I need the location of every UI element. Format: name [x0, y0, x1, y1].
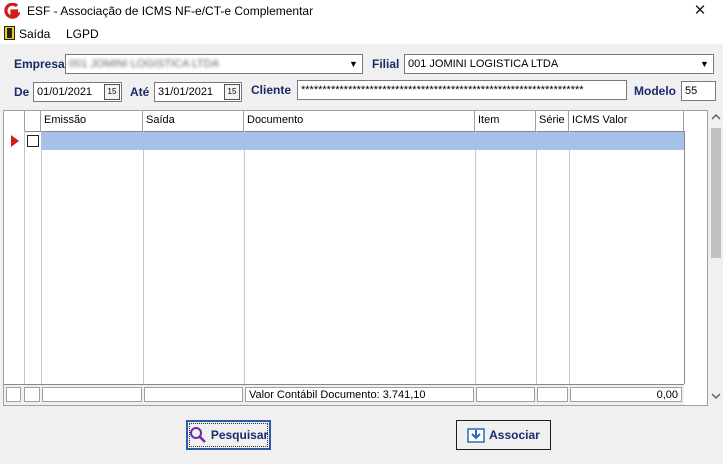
grid-line	[143, 131, 144, 384]
ate-date-value: 31/01/2021	[158, 86, 214, 98]
filial-label: Filial	[372, 57, 400, 71]
grid-footer: Valor Contábil Documento: 3.741,10 0,00	[4, 384, 684, 405]
de-label: De	[14, 85, 30, 99]
column-header-emissao[interactable]: Emissão	[41, 111, 143, 131]
empresa-value: 001 JOMINI LOGISTICA LTDA	[69, 58, 220, 70]
menu-item-lgpd[interactable]: LGPD	[66, 27, 99, 41]
menu-bar: Saída LGPD	[0, 24, 723, 44]
footer-icms-total: 0,00	[570, 387, 682, 402]
cliente-value: ****************************************…	[301, 84, 584, 96]
empresa-select[interactable]: 001 JOMINI LOGISTICA LTDA ▼	[65, 54, 363, 74]
scrollbar-thumb[interactable]	[711, 128, 721, 258]
pesquisar-label: Pesquisar	[210, 428, 269, 442]
calendar-icon[interactable]: 15	[224, 84, 240, 100]
grid-line	[569, 131, 570, 384]
footer-documento-total: Valor Contábil Documento: 3.741,10	[245, 387, 474, 402]
footer-cell	[144, 387, 243, 402]
grid-line	[24, 131, 25, 384]
grid-line	[244, 131, 245, 384]
row-checkbox[interactable]	[27, 135, 39, 147]
footer-cell	[476, 387, 535, 402]
column-header-item[interactable]: Item	[475, 111, 536, 131]
calendar-icon[interactable]: 15	[104, 84, 120, 100]
column-header-icms-valor[interactable]: ICMS Valor	[569, 111, 684, 131]
grid-line	[536, 131, 537, 384]
pesquisar-button[interactable]: Pesquisar	[186, 420, 271, 450]
table-row[interactable]	[41, 132, 684, 150]
menu-item-saida[interactable]: Saída	[19, 27, 50, 41]
scroll-up-icon[interactable]	[711, 113, 721, 121]
modelo-value: 55	[685, 85, 698, 97]
cliente-field[interactable]: ****************************************…	[297, 80, 627, 100]
footer-cell	[42, 387, 142, 402]
chevron-down-icon[interactable]: ▼	[346, 56, 361, 72]
vertical-scrollbar[interactable]	[709, 110, 723, 406]
search-icon	[189, 427, 206, 443]
modelo-field[interactable]: 55	[681, 81, 716, 101]
filial-value: 001 JOMINI LOGISTICA LTDA	[408, 58, 559, 70]
footer-cell	[6, 387, 21, 402]
checkbox-header-cell	[24, 111, 41, 131]
grid-line	[475, 131, 476, 384]
filial-select[interactable]: 001 JOMINI LOGISTICA LTDA ▼	[404, 54, 714, 74]
empresa-label: Empresa	[14, 57, 65, 71]
modelo-label: Modelo	[634, 84, 676, 98]
window-title: ESF - Associação de ICMS NF-e/CT-e Compl…	[27, 4, 314, 18]
de-date-field[interactable]: 01/01/2021 15	[33, 82, 122, 102]
app-logo-icon	[4, 3, 20, 19]
de-date-value: 01/01/2021	[37, 86, 93, 98]
column-header-serie[interactable]: Série	[536, 111, 569, 131]
grid-header: Emissão Saída Documento Item Série ICMS …	[4, 111, 684, 132]
row-indicator-column	[4, 111, 25, 405]
current-row-arrow-icon	[11, 135, 19, 147]
column-header-saida[interactable]: Saída	[143, 111, 244, 131]
associar-label: Associar	[489, 428, 540, 442]
ate-date-field[interactable]: 31/01/2021 15	[154, 82, 242, 102]
cliente-label: Cliente	[251, 83, 292, 97]
close-button[interactable]: ✕	[677, 0, 723, 24]
close-icon: ✕	[693, 2, 707, 19]
exit-door-icon	[4, 26, 15, 40]
column-header-documento[interactable]: Documento	[244, 111, 475, 131]
download-tray-icon	[467, 428, 485, 443]
ate-label: Até	[130, 85, 150, 99]
grid-line	[684, 131, 685, 384]
scroll-down-icon[interactable]	[711, 392, 721, 400]
footer-cell	[537, 387, 568, 402]
title-bar: ESF - Associação de ICMS NF-e/CT-e Compl…	[0, 0, 723, 24]
results-grid[interactable]: Emissão Saída Documento Item Série ICMS …	[3, 110, 708, 406]
grid-line	[41, 131, 42, 384]
associar-button[interactable]: Associar	[456, 420, 551, 450]
chevron-down-icon[interactable]: ▼	[697, 56, 712, 72]
footer-cell	[24, 387, 40, 402]
